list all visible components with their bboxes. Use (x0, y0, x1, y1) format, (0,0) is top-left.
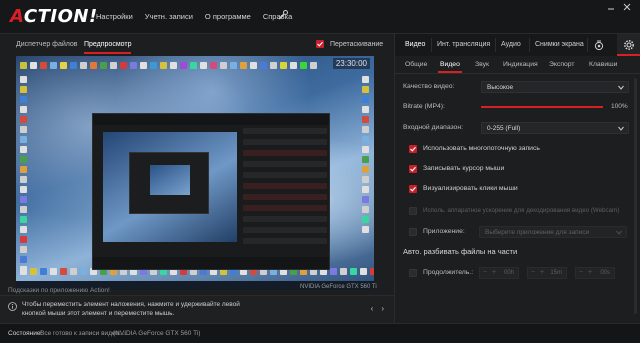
desktop-icons-left (20, 76, 27, 273)
preview-area: 23:30:00 (16, 56, 374, 290)
status-label: Состояние: (8, 330, 43, 337)
close-icon[interactable] (622, 2, 632, 12)
multithread-checkbox[interactable] (409, 145, 417, 153)
settings-tab[interactable] (617, 34, 640, 56)
duration-row: Продолжитель.: − +00h − +15m − +00s (423, 267, 633, 279)
chevron-down-icon (616, 230, 622, 235)
menu-about[interactable]: О программе (205, 12, 251, 21)
seconds-spinner[interactable]: − +00s (575, 267, 615, 279)
duration-label: Продолжитель.: (423, 269, 474, 276)
subtab-indication[interactable]: Индикация (503, 61, 538, 68)
hours-spinner[interactable]: − +00h (479, 267, 519, 279)
subtab-hotkeys[interactable]: Клавиши (589, 61, 617, 68)
split-section-title: Авто. разбивать файлы на части (403, 247, 518, 256)
hours-value: 00h (503, 270, 514, 276)
settings-scrollbar[interactable] (634, 78, 637, 314)
app-logo: ACTION! (10, 6, 98, 27)
sub-tabs: Общие Видео Звук Индикация Экспорт Клави… (395, 56, 640, 74)
webcam-icon[interactable] (593, 39, 605, 51)
subtab-general[interactable]: Общие (405, 61, 427, 68)
info-icon (8, 302, 17, 311)
minutes-value: 15m (550, 270, 562, 276)
minimize-icon[interactable] (606, 2, 616, 12)
hint-box: Чтобы переместить элемент наложения, наж… (0, 295, 394, 323)
duration-checkbox[interactable] (409, 269, 417, 277)
minutes-spinner[interactable]: − +15m (527, 267, 567, 279)
chevron-down-icon (618, 85, 624, 90)
subtab-video[interactable]: Видео (438, 61, 462, 73)
nested-statusbar (93, 257, 329, 269)
drag-label: Перетаскивание (330, 41, 384, 48)
status-bar: Состояние: Все готово к записи видео....… (0, 323, 640, 343)
nested-settings (243, 128, 327, 268)
multithread-label: Использовать многопоточную запись (423, 145, 540, 152)
gear-icon (623, 39, 635, 51)
nested-preview (103, 132, 237, 242)
wrench-icon[interactable] (277, 9, 289, 21)
tab-screenshots[interactable]: Снимки экрана (535, 41, 584, 48)
quality-value: Высокое (487, 84, 514, 91)
hint-prev-icon[interactable]: ‹ (371, 304, 374, 313)
desktop-icons-right (362, 76, 369, 233)
quality-dropdown[interactable]: Высокое (481, 81, 629, 93)
quality-label: Качество видео: (403, 83, 455, 90)
tab-file-manager[interactable]: Диспетчер файлов (16, 41, 78, 48)
left-panel: Диспетчер файлов Предпросмотр Перетаскив… (0, 34, 394, 323)
clicks-label: Визуализировать клики мыши (423, 185, 518, 192)
nested-app-window (92, 113, 330, 270)
hw-accel-label: Исполь. аппаратное ускорение для декодир… (423, 207, 620, 214)
bitrate-slider[interactable] (481, 106, 603, 108)
main-tabs: Видео Инт. трансляция Аудио Снимки экран… (395, 34, 640, 56)
nested-preview-2 (150, 165, 190, 195)
clicks-checkbox[interactable] (409, 185, 417, 193)
window-controls (606, 2, 632, 12)
hint-text: Чтобы переместить элемент наложения, наж… (22, 301, 240, 317)
menu-settings[interactable]: Настройки (96, 12, 133, 21)
bitrate-slider-fill (481, 106, 603, 108)
bitrate-value: 100% (611, 103, 628, 110)
right-panel: Видео Инт. трансляция Аудио Снимки экран… (394, 34, 640, 323)
preview-gpu-label: NVIDIA GeForce GTX 560 Ti (300, 284, 377, 290)
seconds-value: 00s (600, 270, 610, 276)
cursor-label: Записывать курсор мыши (423, 165, 505, 172)
menu-accounts[interactable]: Учетн. записи (145, 12, 193, 21)
chevron-down-icon (618, 126, 624, 131)
range-row: Входной диапазон: 0-255 (Full) (403, 122, 629, 134)
left-tabs: Диспетчер файлов Предпросмотр Перетаскив… (0, 34, 394, 56)
hint-next-icon[interactable]: › (381, 304, 384, 313)
hints-title: Подсказки по приложению Action! (8, 287, 110, 294)
desktop-icons-top (20, 62, 317, 69)
bitrate-row: Bitrate (MP4): 100% (403, 101, 629, 113)
range-label: Входной диапазон: (403, 124, 463, 131)
tab-video[interactable]: Видео (405, 41, 425, 48)
top-menu: Настройки Учетн. записи О программе Спра… (96, 12, 292, 21)
subtab-export[interactable]: Экспорт (549, 61, 575, 68)
cursor-checkbox[interactable] (409, 165, 417, 173)
top-bar: ACTION! Настройки Учетн. записи О програ… (0, 0, 640, 34)
bitrate-label: Bitrate (MP4): (403, 103, 445, 110)
status-gpu: (NVIDIA GeForce GTX 560 Ti) (113, 330, 201, 337)
hw-accel-checkbox[interactable] (409, 207, 417, 215)
tab-preview[interactable]: Предпросмотр (84, 41, 132, 54)
app-value: Выберите приложение для записи (485, 229, 590, 236)
subtab-sound[interactable]: Звук (475, 61, 489, 68)
nested-titlebar (93, 114, 329, 125)
tab-streaming[interactable]: Инт. трансляция (437, 41, 490, 48)
hint-navigation: ‹ › (371, 304, 384, 313)
range-dropdown[interactable]: 0-255 (Full) (481, 122, 629, 134)
tab-audio[interactable]: Аудио (501, 41, 521, 48)
quality-row: Качество видео: Высокое (403, 81, 629, 93)
app-row: Приложение: Выберите приложение для запи… (423, 226, 633, 238)
drag-checkbox[interactable] (316, 40, 324, 48)
app-label: Приложение: (423, 228, 465, 235)
preview-clock: 23:30:00 (332, 58, 370, 69)
app-dropdown[interactable]: Выберите приложение для записи (479, 226, 627, 238)
nested-window-2 (129, 152, 209, 214)
app-checkbox[interactable] (409, 228, 417, 236)
range-value: 0-255 (Full) (487, 125, 521, 132)
